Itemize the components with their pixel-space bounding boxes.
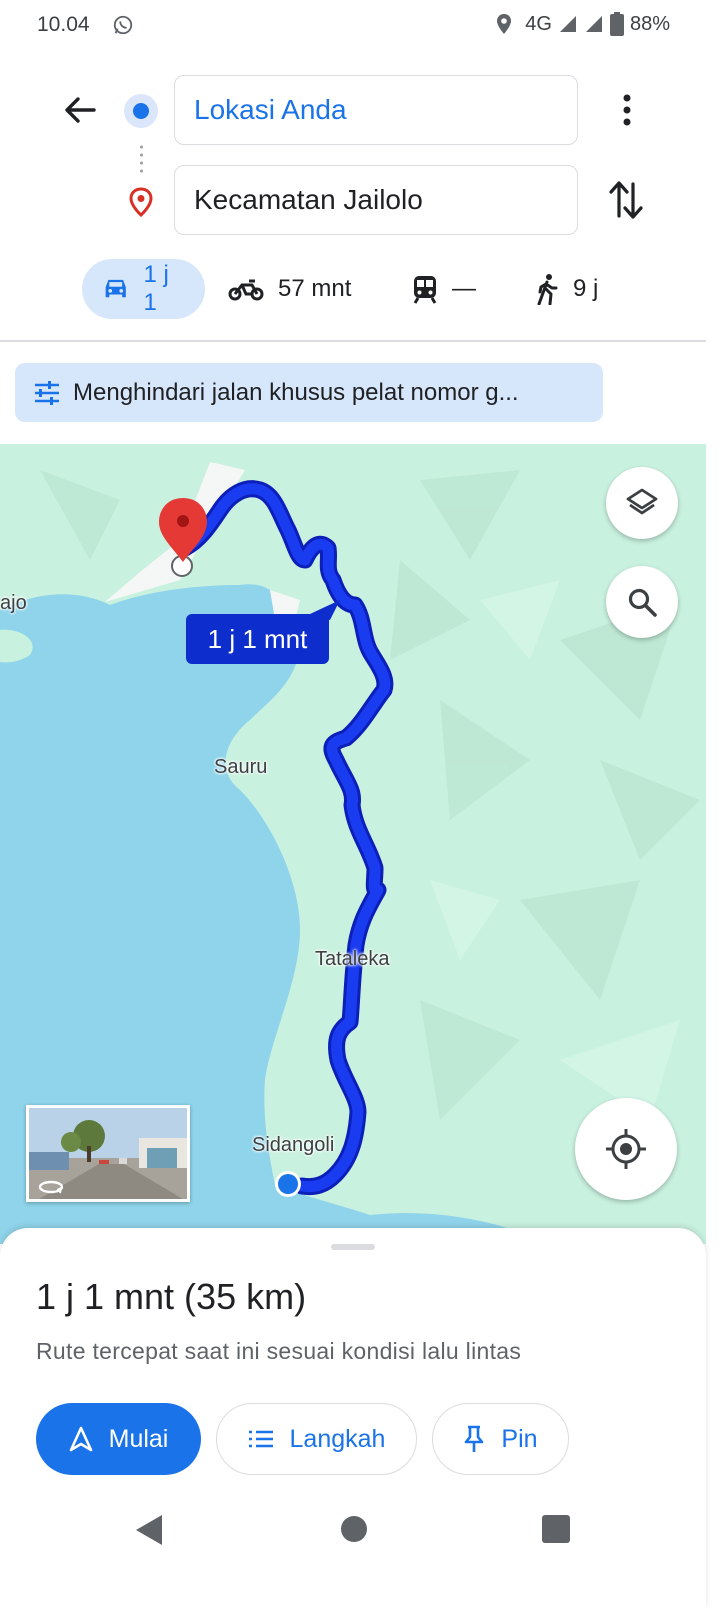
mode-walk[interactable]: 9 j (535, 259, 598, 319)
pin-icon (465, 1425, 484, 1452)
battery-level: 88% (629, 12, 670, 35)
signal-icon (559, 16, 576, 32)
walk-icon (537, 274, 558, 305)
status-bar: 10.04 4G 88% (0, 0, 720, 52)
start-label: Mulai (108, 1424, 169, 1453)
mode-walk-label: 9 j (573, 275, 599, 302)
mode-car-label: 1 j 1 (143, 261, 169, 316)
pin-label: Pin (501, 1424, 538, 1453)
route-options-chip[interactable]: Menghindari jalan khusus pelat nomor g..… (15, 363, 603, 422)
status-time: 10.04 (37, 13, 90, 36)
destination-input[interactable]: Kecamatan Jailolo (174, 165, 578, 235)
my-location-button[interactable] (575, 1098, 677, 1200)
steps-label: Langkah (289, 1424, 386, 1453)
map-search-button[interactable] (606, 566, 678, 638)
location-icon (497, 14, 512, 34)
place-label-sauru: Sauru (214, 756, 268, 778)
motorcycle-icon (228, 279, 264, 301)
origin-text: Lokasi Anda (194, 94, 347, 125)
origin-location-icon (124, 94, 158, 128)
sheet-drag-handle[interactable] (331, 1244, 375, 1250)
swap-icon[interactable] (606, 178, 646, 222)
list-icon (248, 1430, 273, 1448)
destination-pin-icon (129, 187, 153, 217)
route-eta-bubble[interactable]: 1 j 1 mnt (186, 614, 329, 664)
rotate-360-icon (38, 1180, 64, 1194)
pin-button[interactable]: Pin (432, 1403, 569, 1475)
crosshair-icon (606, 1129, 646, 1169)
signal-icon-2 (585, 16, 602, 32)
route-options-label: Menghindari jalan khusus pelat nomor g..… (73, 378, 519, 406)
network-type: 4G (525, 12, 552, 35)
mode-car[interactable]: 1 j 1 (82, 259, 205, 319)
system-nav-bar (0, 1495, 706, 1565)
destination-text: Kecamatan Jailolo (194, 184, 423, 215)
more-options-icon[interactable] (610, 90, 644, 130)
nav-back-icon[interactable] (132, 1513, 166, 1547)
whatsapp-icon (113, 15, 133, 35)
start-navigation-button[interactable]: Mulai (36, 1403, 201, 1475)
train-icon (413, 276, 437, 304)
nav-home-icon[interactable] (339, 1514, 369, 1544)
steps-button[interactable]: Langkah (216, 1403, 417, 1475)
layers-button[interactable] (606, 467, 678, 539)
route-eta-label: 1 j 1 mnt (207, 623, 308, 654)
search-icon (628, 588, 657, 617)
layers-icon (626, 488, 658, 515)
route-description: Rute tercepat saat ini sesuai kondisi la… (36, 1338, 522, 1364)
nav-recents-icon[interactable] (541, 1514, 571, 1544)
tune-icon (35, 380, 59, 405)
street-view-thumbnail[interactable] (26, 1105, 190, 1202)
place-label-tataleka: Tataleka (315, 948, 390, 970)
mode-transit-label: — (452, 275, 476, 302)
mode-motorcycle[interactable]: 57 mnt (228, 259, 351, 319)
mode-transit[interactable]: — (412, 259, 476, 319)
route-summary: 1 j 1 mnt (35 km) (36, 1276, 307, 1317)
back-arrow-icon[interactable] (60, 90, 100, 130)
place-label-sidangoli: Sidangoli (252, 1134, 335, 1156)
navigation-arrow-icon (69, 1426, 92, 1452)
origin-input[interactable]: Lokasi Anda (174, 75, 578, 145)
car-icon (105, 279, 126, 298)
place-label-ajo: ajo (0, 592, 27, 614)
battery-icon (609, 12, 624, 36)
header-divider (0, 340, 706, 342)
travel-modes: 1 j 1 57 mnt — 9 j (0, 259, 720, 319)
route-connector (140, 143, 143, 173)
mode-motorcycle-label: 57 mnt (278, 275, 352, 302)
